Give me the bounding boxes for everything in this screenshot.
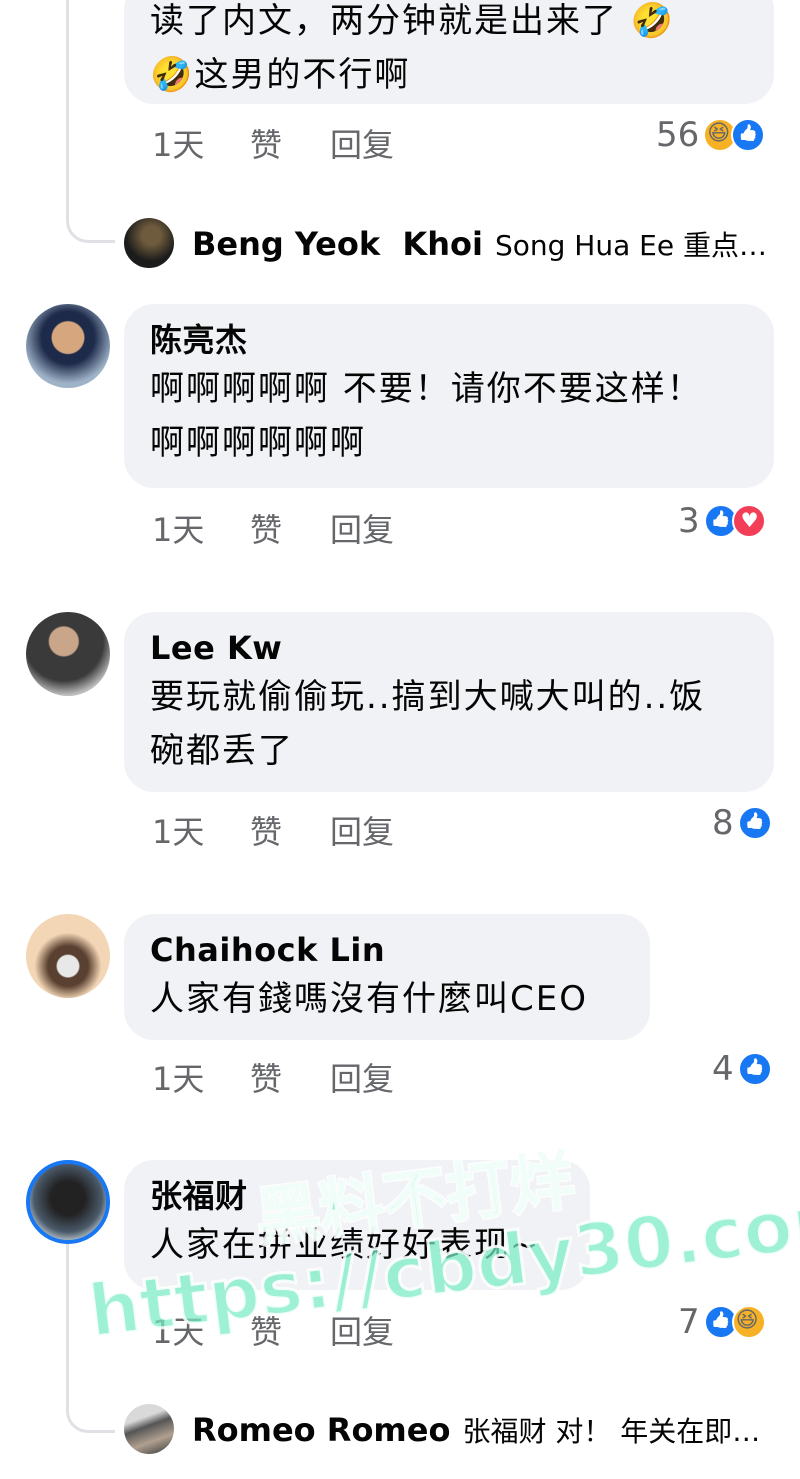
comment-author[interactable]: 陈亮杰 — [150, 318, 748, 362]
comment-text-line: 人家有錢嗎沒有什麼叫CEO — [150, 979, 588, 1019]
comment-text-line: 碗都丢了 — [150, 731, 294, 771]
like-button[interactable]: 赞 — [250, 807, 330, 853]
comment-meta: 1天 赞 回复 — [152, 118, 420, 168]
reply-preview-text: 张福财 对！ 年关在即… — [462, 1415, 761, 1448]
reaction-summary[interactable]: 4 — [712, 1044, 772, 1094]
reply-button[interactable]: 回复 — [330, 807, 420, 853]
like-button[interactable]: 赞 — [250, 505, 330, 551]
comment-author[interactable]: Chaihock Lin — [150, 928, 624, 972]
reaction-count: 7 — [678, 1302, 700, 1342]
comment-time: 1天 — [152, 1060, 205, 1098]
reply-preview[interactable]: Beng Yeok Khoi Song Hua Ee 重点… — [192, 222, 767, 266]
reply-preview-text: Song Hua Ee 重点… — [494, 229, 767, 262]
reaction-count: 3 — [678, 501, 700, 541]
thread-line-top — [66, 0, 115, 243]
comment-bubble: Chaihock Lin 人家有錢嗎沒有什麼叫CEO — [124, 914, 650, 1040]
comment-text-line: 🤣这男的不行啊 — [150, 55, 411, 95]
comment-time: 1天 — [152, 511, 205, 549]
reply-button[interactable]: 回复 — [330, 120, 420, 166]
comment-text-line: 要玩就偷偷玩..搞到大喊大叫的..饭 — [150, 677, 706, 717]
reply-author[interactable]: Beng Yeok Khoi — [192, 225, 483, 263]
comment-text-line: 读了内文，两分钟就是出来了 🤣 — [150, 1, 676, 41]
reaction-count: 8 — [712, 803, 734, 843]
reaction-summary[interactable]: 56 — [656, 110, 766, 160]
avatar[interactable] — [26, 612, 110, 696]
reply-preview[interactable]: Romeo Romeo 张福财 对！ 年关在即… — [192, 1408, 760, 1452]
reply-author[interactable]: Romeo Romeo — [192, 1411, 450, 1449]
reaction-count: 4 — [712, 1049, 734, 1089]
avatar[interactable] — [26, 1160, 110, 1244]
comment-author[interactable]: Lee Kw — [150, 626, 748, 670]
comment-text-line: 啊啊啊啊啊 不要！请你不要这样！ — [150, 369, 703, 409]
haha-reaction-icon — [731, 1305, 766, 1339]
reaction-count: 56 — [656, 115, 700, 155]
comment-meta: 1天 赞 回复 — [152, 1052, 420, 1102]
avatar[interactable] — [124, 1404, 174, 1454]
like-reaction-icon — [731, 118, 766, 152]
comment-bubble: Lee Kw 要玩就偷偷玩..搞到大喊大叫的..饭 碗都丢了 — [124, 612, 774, 792]
avatar[interactable] — [124, 218, 174, 268]
love-reaction-icon — [731, 504, 766, 538]
like-button[interactable]: 赞 — [250, 120, 330, 166]
comment-meta: 1天 赞 回复 — [152, 503, 420, 553]
reaction-summary[interactable]: 7 — [678, 1297, 766, 1347]
reply-button[interactable]: 回复 — [330, 1054, 420, 1100]
comment-bubble: 陈亮杰 啊啊啊啊啊 不要！请你不要这样！ 啊啊啊啊啊啊 — [124, 304, 774, 488]
reaction-summary[interactable]: 8 — [712, 798, 772, 848]
like-reaction-icon — [737, 806, 772, 840]
like-button[interactable]: 赞 — [250, 1054, 330, 1100]
avatar[interactable] — [26, 304, 110, 388]
avatar[interactable] — [26, 914, 110, 998]
comment-time: 1天 — [152, 126, 205, 164]
comment-bubble-top: 读了内文，两分钟就是出来了 🤣 🤣这男的不行啊 — [124, 0, 774, 104]
comment-meta: 1天 赞 回复 — [152, 805, 420, 855]
reaction-summary[interactable]: 3 — [678, 496, 766, 546]
comment-text-line: 啊啊啊啊啊啊 — [150, 423, 366, 463]
like-reaction-icon — [737, 1052, 772, 1086]
reply-button[interactable]: 回复 — [330, 505, 420, 551]
comment-time: 1天 — [152, 813, 205, 851]
